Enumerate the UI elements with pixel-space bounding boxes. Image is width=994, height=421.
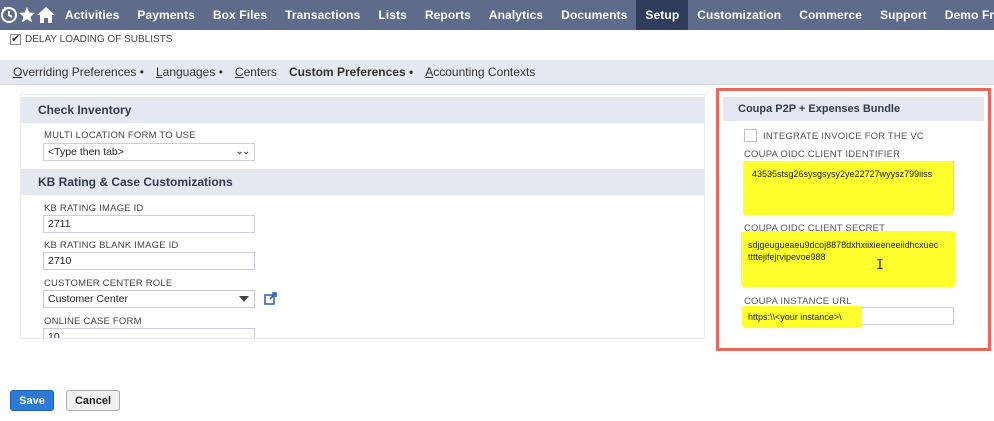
nav-commerce[interactable]: Commerce [790, 0, 871, 30]
multi-location-value: <Type then tab> [48, 146, 124, 158]
kb-rating-image-label: KB RATING IMAGE ID [44, 203, 144, 214]
tab-languages[interactable]: Languages • [156, 65, 223, 79]
kb-rating-blank-input[interactable]: 2710 [43, 252, 255, 270]
nav-reports[interactable]: Reports [416, 0, 480, 30]
multiselect-chevron-icon[interactable]: ⌄⌄ [236, 146, 250, 157]
text-cursor-icon: I [876, 258, 884, 273]
integrate-invoice-label: INTEGRATE INVOICE FOR THE VC [763, 131, 924, 142]
tab-overriding-preferences[interactable]: Overriding Preferences • [13, 65, 144, 79]
online-case-form-value: 10 [48, 331, 60, 339]
star-icon[interactable] [18, 0, 36, 30]
online-case-form-label: ONLINE CASE FORM [44, 316, 142, 327]
dropdown-caret-icon[interactable] [239, 296, 249, 302]
kb-rating-blank-label: KB RATING BLANK IMAGE ID [44, 240, 179, 251]
coupa-bundle-header: Coupa P2P + Expenses Bundle [723, 97, 984, 121]
tab-custom-preferences[interactable]: Custom Preferences • [289, 65, 413, 79]
tab-centers[interactable]: Centers [235, 65, 277, 79]
customer-center-role-value: Customer Center [48, 293, 128, 305]
open-record-icon[interactable] [264, 292, 277, 305]
nav-setup[interactable]: Setup [636, 0, 689, 30]
kb-rating-blank-value: 2710 [48, 255, 72, 267]
client-identifier-value: 43535stsg26sysgsysy2ye22727wyysz799iiss [752, 169, 933, 179]
tab-label: anguages [162, 65, 216, 79]
delay-loading-row: DELAY LOADING OF SUBLISTS [10, 30, 172, 48]
nav-customization[interactable]: Customization [688, 0, 790, 30]
nav-payments[interactable]: Payments [128, 0, 204, 30]
home-icon[interactable] [36, 0, 56, 30]
nav-analytics[interactable]: Analytics [480, 0, 552, 30]
client-secret-value-line1: sdjgeugueaeu9dcoj8878dxhxiixieeneeiidhcx… [748, 240, 939, 250]
customer-center-role-label: CUSTOMER CENTER ROLE [44, 278, 173, 289]
tab-accesskey: L [155, 65, 163, 79]
tab-label: verriding Preferences [22, 65, 137, 79]
instance-url-value: https:\\<your instance>\ [748, 312, 842, 322]
multi-location-label: MULTI LOCATION FORM TO USE [44, 130, 196, 141]
netsuite-preferences-page: Activities Payments Box Files Transactio… [0, 0, 994, 421]
cancel-button[interactable]: Cancel [66, 390, 120, 411]
nav-documents[interactable]: Documents [552, 0, 636, 30]
check-inventory-header: Check Inventory [21, 97, 704, 123]
nav-transactions[interactable]: Transactions [276, 0, 369, 30]
kb-rating-header: KB Rating & Case Customizations [21, 169, 704, 195]
customer-center-role-select[interactable]: Customer Center [43, 290, 255, 308]
tab-label: Custom Preferences [288, 65, 406, 79]
client-secret-value-line2: ttttejifejrvipevoe988 [748, 252, 826, 262]
tab-accesskey: O [13, 65, 23, 79]
delay-loading-label: DELAY LOADING OF SUBLISTS [25, 33, 173, 45]
kb-rating-image-value: 2711 [48, 218, 71, 230]
kb-rating-image-input[interactable]: 2711 [43, 215, 255, 233]
multi-location-field[interactable]: <Type then tab> ⌄⌄ [43, 143, 255, 161]
tab-label: ccounting Contexts [433, 65, 536, 79]
client-identifier-label: COUPA OIDC CLIENT IDENTIFIER [744, 149, 901, 160]
tab-label: enters [243, 65, 277, 79]
nav-activities[interactable]: Activities [56, 0, 128, 30]
custom-preferences-left-panel: Check Inventory MULTI LOCATION FORM TO U… [20, 94, 705, 339]
coupa-bundle-panel: Coupa P2P + Expenses Bundle INTEGRATE IN… [716, 88, 991, 351]
nav-support[interactable]: Support [871, 0, 936, 30]
save-button[interactable]: Save [10, 390, 54, 411]
recent-records-icon[interactable] [0, 0, 18, 30]
tab-accesskey: C [234, 65, 244, 79]
tab-accounting-contexts[interactable]: Accounting Contexts [425, 65, 535, 79]
top-navigation-bar: Activities Payments Box Files Transactio… [0, 0, 994, 30]
online-case-form-input[interactable]: 10 [43, 328, 255, 339]
integrate-invoice-checkbox[interactable] [744, 129, 757, 142]
nav-demo-framework[interactable]: Demo Framev [936, 0, 994, 30]
nav-lists[interactable]: Lists [369, 0, 416, 30]
delay-loading-checkbox[interactable] [10, 32, 21, 45]
nav-box-files[interactable]: Box Files [204, 0, 276, 30]
preferences-subtabs: Overriding Preferences • Languages • Cen… [0, 60, 994, 85]
